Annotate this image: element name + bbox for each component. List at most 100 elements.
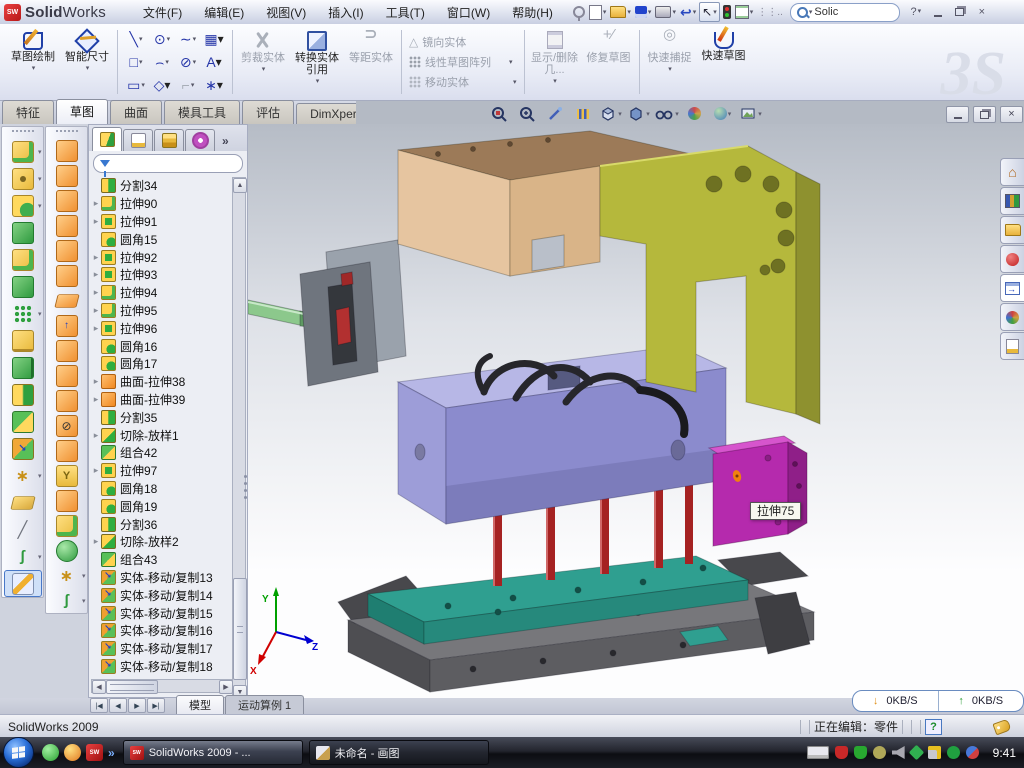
open-button[interactable]: ▾ [609, 3, 632, 21]
toolbar-button[interactable]: ▾ [48, 188, 86, 213]
toolbar-button[interactable]: ▾ [48, 313, 86, 338]
close-button[interactable]: × [972, 5, 992, 20]
toolbar-button[interactable]: ▾ [4, 165, 42, 192]
zoom-to-area-icon[interactable] [514, 103, 539, 124]
convert-entities-button[interactable]: 转换实体引用▾ [290, 26, 344, 98]
minimize-button[interactable] [928, 5, 948, 20]
toolbar-button[interactable]: ▾ [48, 213, 86, 238]
expand-arrow-icon[interactable]: ▸ [91, 269, 101, 280]
design-library-tab[interactable] [1000, 187, 1024, 215]
doc-close-button[interactable]: × [1000, 106, 1023, 123]
sketch-draw-button[interactable]: 草图绘制▾ [6, 26, 60, 98]
toolbar-grip[interactable] [56, 130, 78, 136]
custom-properties-tab[interactable] [1000, 332, 1024, 360]
tree-item[interactable]: ▸ 圆角16 [91, 337, 231, 355]
toolbar-button[interactable]: ▾ [48, 513, 86, 538]
toolbar-button[interactable]: ▾ [4, 408, 42, 435]
display-delete-relations-button[interactable]: 显示/删除几...▾ [528, 26, 582, 98]
messenger-icon[interactable] [966, 746, 979, 759]
toolbar-button[interactable]: ▾ [48, 588, 86, 613]
toolbar-button[interactable]: ▾ [48, 438, 86, 463]
language-bar-icon[interactable] [807, 746, 829, 759]
rebuild-button[interactable] [722, 3, 732, 21]
toolbar-button[interactable]: ▾ [4, 435, 42, 462]
document-tab[interactable]: 运动算例 1 [225, 695, 304, 714]
feature-manager-tab[interactable] [92, 127, 122, 151]
doc-minimize-button[interactable] [946, 106, 969, 123]
antivirus-shield-icon[interactable] [835, 746, 848, 759]
hide-show-items-icon[interactable]: ▾ [654, 103, 679, 124]
expand-arrow-icon[interactable]: ▸ [91, 287, 101, 298]
expand-arrow-icon[interactable]: ▸ [91, 305, 101, 316]
tree-item[interactable]: ▸ 切除-放样2 [91, 533, 231, 551]
tree-item[interactable]: ▸ 拉伸93 [91, 266, 231, 284]
quicklaunch-overflow-chevron[interactable]: » [108, 746, 115, 760]
sketch-entity-button[interactable]: A ▾ [201, 51, 227, 74]
toolbar-button[interactable]: ▾ [4, 570, 42, 597]
trim-entities-button[interactable]: 剪裁实体▾ [236, 26, 290, 98]
menu-item[interactable]: 文件(F) [132, 1, 193, 24]
scroll-right-button[interactable]: ▶ [219, 680, 233, 694]
offset-entities-button[interactable]: ⊃ 等距实体 [344, 26, 398, 98]
toolbar-button[interactable]: ▾ [48, 288, 86, 313]
mirror-entities-button[interactable]: △ 镜向实体 [409, 34, 517, 50]
undo-button[interactable]: ↩▾ [679, 3, 697, 21]
command-tab[interactable]: 评估 [242, 100, 294, 124]
toolbar-button[interactable]: ▾ [4, 381, 42, 408]
menu-item[interactable]: 编辑(E) [193, 1, 255, 24]
expand-arrow-icon[interactable]: ▸ [91, 252, 101, 263]
tree-vscrollbar[interactable]: ▲ ▼ [232, 177, 246, 699]
dimxpert-manager-tab[interactable] [185, 129, 215, 151]
file-explorer-tab[interactable] [1000, 216, 1024, 244]
search-input[interactable] [812, 5, 866, 19]
expand-arrow-icon[interactable]: ▸ [91, 216, 101, 227]
network-speed-widget[interactable]: ↓0KB/S ↑0KB/S [852, 690, 1024, 712]
tree-item[interactable]: ▸ 拉伸92 [91, 248, 231, 266]
tree-item[interactable]: ▸ 拉伸95 [91, 302, 231, 320]
quicklaunch-messenger-icon[interactable] [42, 744, 59, 761]
sketch-entity-button[interactable]: ⌐ ▾ [175, 74, 201, 97]
slide-insert[interactable] [248, 240, 406, 386]
tree-item[interactable]: ▸ 组合42 [91, 444, 231, 462]
menu-item[interactable]: 窗口(W) [436, 1, 501, 24]
tree-item[interactable]: ▸ 拉伸97 [91, 462, 231, 480]
tree-item[interactable]: ▸ 曲面-拉伸39 [91, 391, 231, 409]
document-tab[interactable]: 模型 [176, 695, 224, 714]
display-style-icon[interactable]: ▾ [626, 103, 651, 124]
move-entities-button[interactable]: 移动实体▾ [409, 74, 517, 90]
sketch-entity-button[interactable]: ▦ ▾ [201, 28, 227, 51]
tree-item[interactable]: ▸ 分割34 [91, 177, 231, 195]
save-button[interactable]: ▾ [634, 3, 653, 21]
section-view-icon[interactable] [570, 103, 595, 124]
quicklaunch-solidworks-icon[interactable]: SW [86, 744, 103, 761]
toolbox-tab[interactable] [1000, 245, 1024, 273]
sketch-entity-button[interactable]: ∼ ▾ [175, 28, 201, 51]
last-tab-button[interactable]: ▶| [147, 698, 165, 713]
property-manager-tab[interactable] [123, 129, 153, 151]
toolbar-button[interactable]: ▾ [4, 138, 42, 165]
toolbar-button[interactable]: ▾ [4, 327, 42, 354]
new-document-button[interactable]: ▾ [588, 3, 608, 21]
linear-pattern-button[interactable]: 线性草图阵列▾ [409, 54, 517, 70]
quicklaunch-security-icon[interactable] [64, 744, 81, 761]
doc-restore-button[interactable] [973, 106, 996, 123]
volume-icon[interactable] [892, 746, 905, 759]
sketch-entity-button[interactable]: □ ▾ [123, 51, 149, 74]
options-button[interactable]: ▾ [734, 3, 755, 21]
expand-arrow-icon[interactable]: ▸ [91, 465, 101, 476]
zoom-to-fit-icon[interactable] [486, 103, 511, 124]
sketch-entity-button[interactable]: ⊘ ▾ [175, 51, 201, 74]
command-tab[interactable]: 特征 [2, 100, 54, 124]
toolbar-button[interactable]: ▾ [48, 488, 86, 513]
print-button[interactable]: ▾ [654, 3, 677, 21]
toolbar-button[interactable]: ▾ [48, 163, 86, 188]
taskbar-task-button[interactable]: 未命名 - 画图 [309, 740, 489, 765]
tree-item[interactable]: ▸ 曲面-拉伸38 [91, 373, 231, 391]
tree-item[interactable]: ▸ 圆角15 [91, 230, 231, 248]
magic-wand-icon[interactable] [542, 103, 567, 124]
tree-item[interactable]: ▸ 圆角17 [91, 355, 231, 373]
rapid-sketch-button[interactable]: 快速草图 [697, 26, 751, 98]
command-tab[interactable]: 曲面 [110, 100, 162, 124]
graphics-area[interactable]: Y Z X [248, 124, 1024, 698]
toolbar-button[interactable]: ▾ [4, 354, 42, 381]
